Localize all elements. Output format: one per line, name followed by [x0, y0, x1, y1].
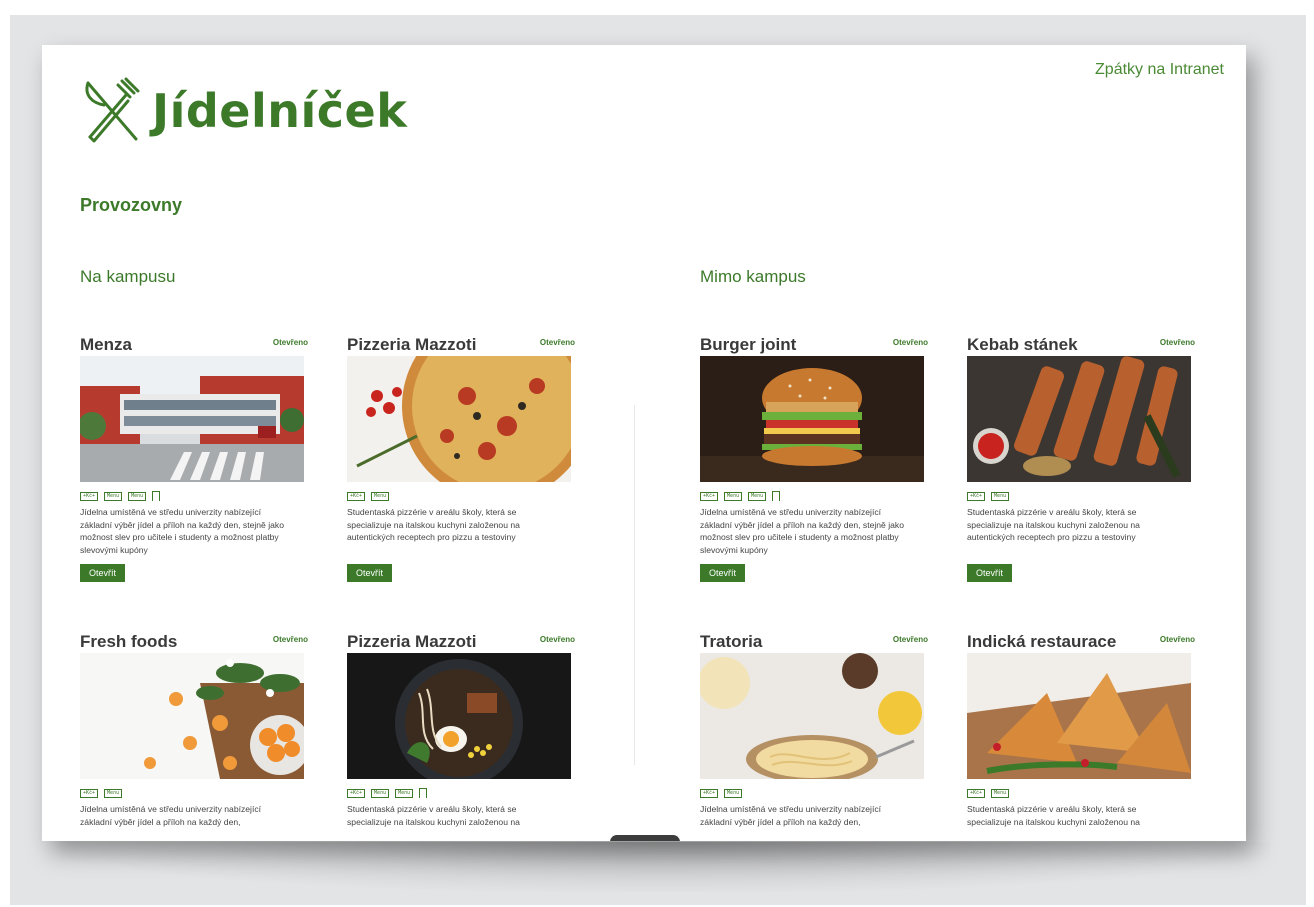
feature-badge: +Kč+ — [80, 491, 99, 501]
restaurant-name: Fresh foods — [80, 632, 178, 651]
restaurant-name: Pizzeria Mazzoti — [347, 335, 477, 354]
status-badge: Otevřeno — [539, 338, 575, 347]
open-button[interactable]: Otevřít — [967, 564, 1013, 582]
burger-photo — [700, 356, 924, 482]
badge-row: +Kč+ Menu — [80, 787, 308, 799]
restaurant-description: Studentaská pizzérie v areálu školy, kte… — [347, 804, 520, 827]
feature-badge: +Kč+ — [967, 788, 986, 798]
restaurant-card: Fresh foods Otevřeno +Kč+ Menu Jídelna um… — [80, 632, 308, 841]
badge-row: +Kč+ Menu — [967, 787, 1195, 799]
status-badge: Otevřeno — [892, 338, 928, 347]
badge-row: +Kč+ Menu — [967, 490, 1195, 502]
restaurant-description: Studentaská pizzérie v areálu školy, kte… — [967, 507, 1140, 542]
back-to-intranet-link[interactable]: Zpátky na Intranet — [1095, 61, 1224, 79]
restaurant-description: Jídelna umístěná ve středu univerzity na… — [80, 804, 262, 827]
feature-badge: +Kč+ — [347, 491, 366, 501]
pizza-photo — [347, 356, 571, 482]
restaurant-description: Jídelna umístěná ve středu univerzity na… — [80, 507, 284, 555]
open-button[interactable]: Otevřít — [347, 564, 393, 582]
restaurant-description: Jídelna umístěná ve středu univerzity na… — [700, 507, 904, 555]
bookmark-icon — [152, 491, 161, 501]
badge-row: +Kč+ Menu Menu — [80, 490, 308, 502]
feature-badge: Menu — [104, 788, 123, 798]
feature-badge: Menu — [724, 491, 743, 501]
restaurant-card: Tratoria Otevřeno +Kč+ Menu Jídelna umíst… — [700, 632, 928, 841]
restaurant-card: Burger joint Otevřeno +Kč+ Menu Menu Jídel… — [700, 335, 928, 582]
feature-badge: Menu — [371, 788, 390, 798]
restaurant-card: Indická restaurace Otevřeno +Kč+ Menu Stu… — [967, 632, 1195, 841]
page-shadow — [60, 842, 1270, 892]
restaurant-name: Burger joint — [700, 335, 797, 354]
feature-badge: Menu — [748, 491, 767, 501]
section-title: Provozovny — [80, 195, 183, 215]
scroll-indicator[interactable] — [610, 835, 680, 841]
fruit-photo — [80, 653, 304, 779]
logo[interactable]: Jídelníček — [82, 77, 407, 145]
feature-badge: Menu — [991, 491, 1010, 501]
restaurant-name: Menza — [80, 335, 132, 354]
restaurant-description: Jídelna umístěná ve středu univerzity na… — [700, 804, 882, 827]
bookmark-icon — [419, 788, 428, 798]
feature-badge: Menu — [991, 788, 1010, 798]
feature-badge: +Kč+ — [80, 788, 99, 798]
feature-badge: +Kč+ — [700, 788, 719, 798]
fork-knife-icon — [85, 77, 140, 143]
status-badge: Otevřeno — [1159, 338, 1195, 347]
feature-badge: Menu — [371, 491, 390, 501]
samosa-photo — [967, 653, 1191, 779]
status-badge: Otevřeno — [272, 635, 308, 644]
feature-badge: +Kč+ — [347, 788, 366, 798]
restaurant-name: Tratoria — [700, 632, 763, 651]
restaurant-card: Kebab stánek Otevřeno +Kč+ Menu Studentas… — [967, 335, 1195, 582]
feature-badge: +Kč+ — [700, 491, 719, 501]
column-title-off-campus: Mimo kampus — [700, 267, 806, 286]
status-badge: Otevřeno — [892, 635, 928, 644]
restaurant-card: Pizzeria Mazzoti Otevřeno +Kč+ Menu Menu S… — [347, 632, 575, 841]
restaurant-card: Pizzeria Mazzoti Otevřeno +Kč+ Menu Stude… — [347, 335, 575, 582]
ramen-photo — [347, 653, 571, 779]
badge-row: +Kč+ Menu — [700, 787, 928, 799]
badge-row: +Kč+ Menu Menu — [347, 787, 575, 799]
feature-badge: Menu — [724, 788, 743, 798]
app-title: Jídelníček — [152, 84, 408, 138]
open-button[interactable]: Otevřít — [700, 564, 746, 582]
building-photo — [80, 356, 304, 482]
feature-badge: Menu — [104, 491, 123, 501]
column-title-on-campus: Na kampusu — [80, 267, 176, 286]
bookmark-icon — [772, 491, 781, 501]
restaurant-name: Pizzeria Mazzoti — [347, 632, 477, 651]
restaurant-card: Menza Otevřeno +Kč+ Menu Menu Jídelna umís… — [80, 335, 308, 582]
restaurant-description: Studentaská pizzérie v areálu školy, kte… — [347, 507, 520, 542]
restaurant-description: Studentaská pizzérie v areálu školy, kte… — [967, 804, 1140, 827]
pasta-photo — [700, 653, 924, 779]
status-badge: Otevřeno — [1159, 635, 1195, 644]
open-button[interactable]: Otevřít — [80, 564, 126, 582]
badge-row: +Kč+ Menu — [347, 490, 575, 502]
feature-badge: Menu — [395, 788, 414, 798]
kebab-photo — [967, 356, 1191, 482]
feature-badge: Menu — [128, 491, 147, 501]
status-badge: Otevřeno — [272, 338, 308, 347]
feature-badge: +Kč+ — [967, 491, 986, 501]
restaurant-name: Indická restaurace — [967, 632, 1117, 651]
status-badge: Otevřeno — [539, 635, 575, 644]
restaurant-name: Kebab stánek — [967, 335, 1078, 354]
page: Jídelníček Zpátky na Intranet Provozovny… — [42, 45, 1246, 841]
badge-row: +Kč+ Menu Menu — [700, 490, 928, 502]
column-divider — [634, 405, 635, 765]
